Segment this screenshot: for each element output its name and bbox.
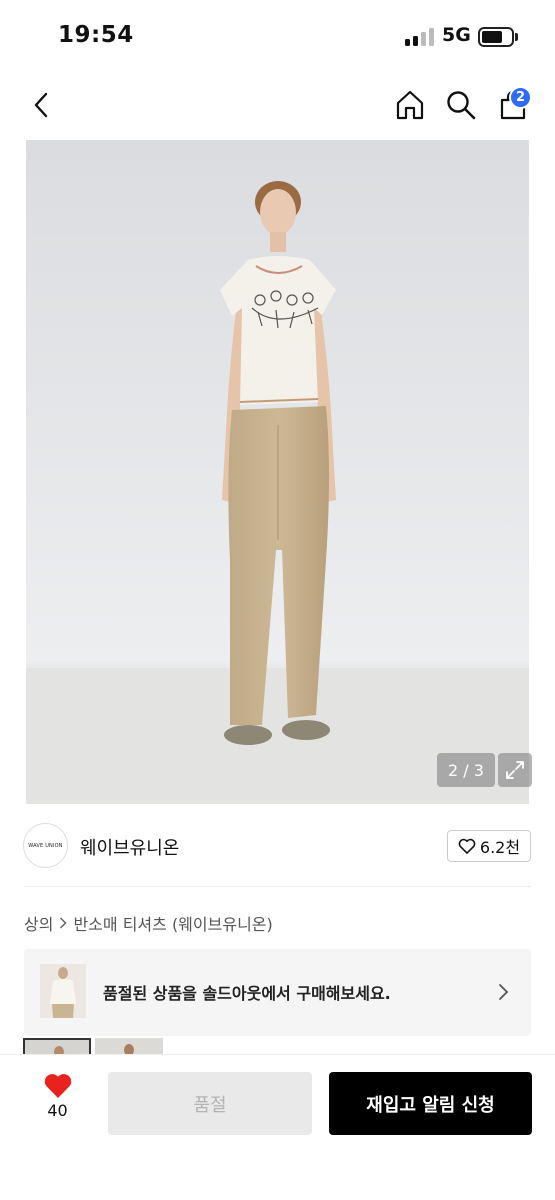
expand-button[interactable]: [498, 753, 532, 787]
chevron-right-icon: [60, 917, 68, 929]
product-photo: [26, 140, 529, 807]
divider: [24, 886, 531, 887]
home-button[interactable]: [389, 84, 431, 126]
brand-name[interactable]: 웨이브유니온: [80, 834, 179, 860]
search-button[interactable]: [440, 84, 482, 126]
brand-like-button[interactable]: 6.2천: [447, 830, 531, 862]
brand-like-count: 6.2천: [479, 838, 521, 857]
breadcrumb: 상의 반소매 티셔츠 (웨이브유니온): [24, 911, 273, 935]
breadcrumb-category[interactable]: 상의: [24, 911, 53, 935]
product-image[interactable]: [26, 140, 529, 807]
wishlist-button[interactable]: 40: [30, 1072, 85, 1134]
cart-count-badge: 2: [509, 86, 532, 109]
banner-thumbnail: [40, 964, 86, 1018]
image-counter: 2 / 3: [437, 753, 495, 787]
home-icon: [396, 90, 424, 120]
battery-icon: [478, 27, 514, 47]
soldout-banner-text: 품절된 상품을 솔드아웃에서 구매해보세요.: [103, 984, 391, 1003]
restock-alert-button[interactable]: 재입고 알림 신청: [329, 1072, 532, 1135]
signal-icon: [405, 28, 435, 46]
heart-icon: [44, 1074, 71, 1098]
back-button[interactable]: [22, 84, 60, 126]
battery-tip: [515, 33, 518, 41]
expand-icon: [506, 761, 524, 779]
breadcrumb-subcategory[interactable]: 반소매 티셔츠 (웨이브유니온): [73, 911, 272, 935]
nav-bar: [0, 70, 555, 140]
soldout-button: 품절: [108, 1072, 312, 1135]
wishlist-count: 40: [47, 1101, 68, 1120]
heart-outline-icon: [458, 838, 476, 854]
status-time: 19:54: [58, 22, 134, 48]
brand-logo[interactable]: WAVE UNION: [23, 823, 68, 868]
back-icon: [34, 92, 48, 118]
search-icon: [447, 91, 476, 120]
status-bar: 19:54 5G: [0, 0, 555, 70]
chevron-right-icon: [499, 984, 509, 1000]
network-label: 5G: [442, 24, 471, 46]
